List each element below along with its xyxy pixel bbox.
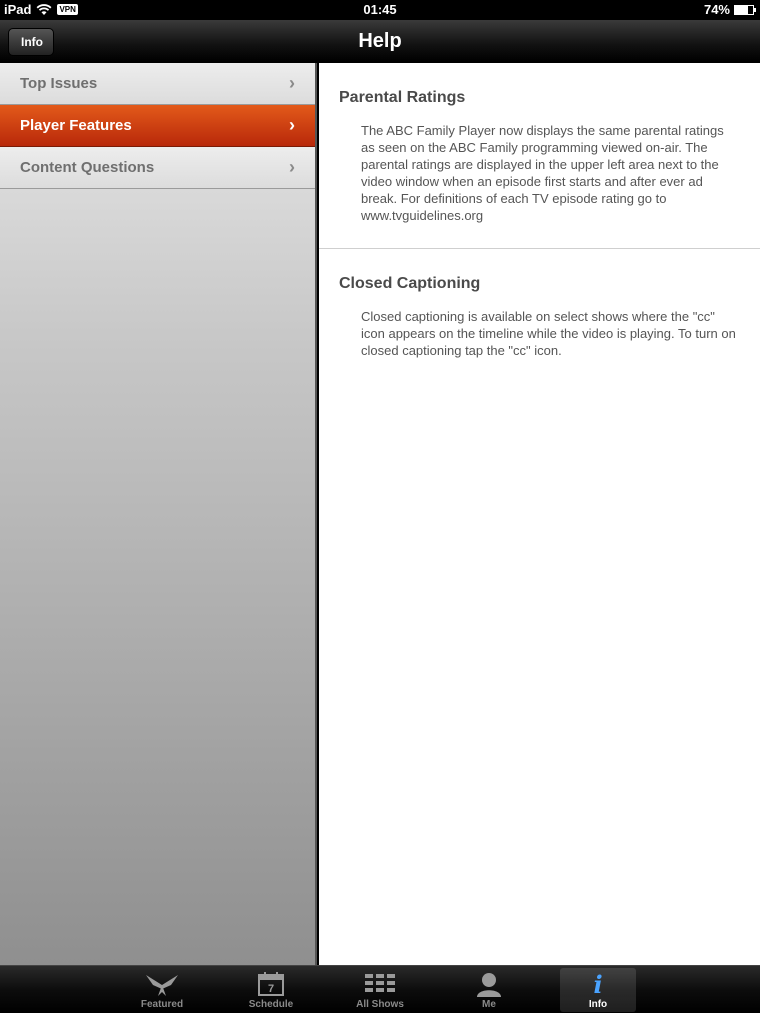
tab-all-shows[interactable]: All Shows: [342, 968, 418, 1012]
section-title: Parental Ratings: [339, 89, 466, 106]
help-section-parental-ratings: Parental Ratings The ABC Family Player n…: [319, 63, 760, 249]
section-body: The ABC Family Player now displays the s…: [361, 123, 724, 223]
chevron-right-icon: ›: [289, 157, 295, 177]
sidebar: Top Issues › Player Features › Content Q…: [0, 63, 317, 965]
person-icon: [477, 973, 501, 997]
tab-bar: Featured 7 Schedule All Shows Me i Info: [0, 965, 760, 1013]
help-content: Parental Ratings The ABC Family Player n…: [319, 63, 760, 965]
info-icon: i: [593, 971, 602, 997]
battery-fill: [735, 5, 749, 14]
status-bar: iPad VPN 01:45 74%: [0, 0, 760, 20]
tab-info[interactable]: i Info: [560, 968, 636, 1012]
tab-label: Featured: [140, 999, 184, 1010]
tab-featured[interactable]: Featured: [124, 968, 200, 1012]
status-time: 01:45: [363, 2, 397, 17]
tab-label: Schedule: [248, 999, 294, 1010]
tab-label: All Shows: [356, 999, 404, 1010]
help-section-closed-captioning: Closed Captioning Closed captioning is a…: [319, 249, 760, 383]
info-glyph: i: [593, 971, 602, 997]
tab-schedule[interactable]: 7 Schedule: [233, 968, 309, 1012]
grid-icon: [365, 974, 395, 992]
nav-bar: Info Help: [0, 20, 760, 63]
section-body: Closed captioning is available on select…: [361, 309, 736, 358]
calendar-icon: 7: [258, 972, 284, 996]
sidebar-item-content-questions[interactable]: Content Questions ›: [0, 147, 315, 189]
tab-me[interactable]: Me: [451, 968, 527, 1012]
calendar-day-number: 7: [268, 983, 274, 995]
tab-label: Info: [588, 999, 608, 1010]
chevron-right-icon: ›: [289, 73, 295, 93]
battery-percent: 74%: [703, 2, 730, 17]
featured-icon: [146, 975, 178, 996]
status-right: 74%: [703, 2, 756, 17]
chevron-right-icon: ›: [289, 115, 295, 135]
tab-label: Me: [482, 999, 496, 1010]
battery-icon: [734, 4, 756, 15]
sidebar-item-top-issues[interactable]: Top Issues ›: [0, 63, 315, 105]
sidebar-item-label: Content Questions: [20, 159, 155, 176]
section-title: Closed Captioning: [339, 275, 481, 292]
page-title: Help: [358, 30, 402, 52]
sidebar-item-player-features[interactable]: Player Features ›: [0, 105, 315, 147]
sidebar-item-label: Top Issues: [20, 75, 98, 92]
sidebar-item-label: Player Features: [20, 117, 132, 134]
